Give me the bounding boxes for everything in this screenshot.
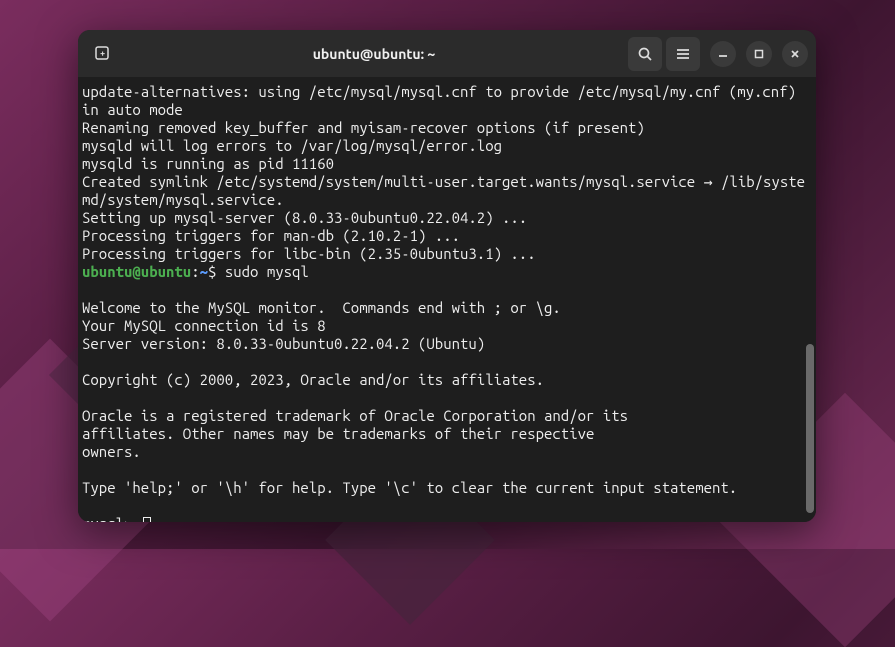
terminal-output-line: Setting up mysql-server (8.0.33-0ubuntu0… <box>82 209 812 227</box>
terminal-output-line: Welcome to the MySQL monitor. Commands e… <box>82 299 812 317</box>
close-button[interactable] <box>782 41 808 67</box>
scrollbar[interactable] <box>806 344 814 513</box>
terminal-output-line: affiliates. Other names may be trademark… <box>82 425 812 443</box>
terminal-output-line: Created symlink /etc/systemd/system/mult… <box>82 173 812 209</box>
terminal-output-line <box>82 461 812 479</box>
minimize-icon <box>717 48 729 60</box>
minimize-button[interactable] <box>710 41 736 67</box>
terminal-output-line <box>82 353 812 371</box>
search-icon <box>637 46 653 62</box>
terminal-output-line: Type 'help;' or '\h' for help. Type '\c'… <box>82 479 812 497</box>
terminal-output-line: update-alternatives: using /etc/mysql/my… <box>82 83 812 119</box>
terminal-output-line: Oracle is a registered trademark of Orac… <box>82 407 812 425</box>
maximize-button[interactable] <box>746 41 772 67</box>
terminal-output-line <box>82 389 812 407</box>
command-text: sudo mysql <box>225 263 309 280</box>
terminal-output-line: Server version: 8.0.33-0ubuntu0.22.04.2 … <box>82 335 812 353</box>
terminal-output-line: owners. <box>82 443 812 461</box>
terminal-window: ubuntu@ubuntu: ~ <box>78 30 816 522</box>
terminal-output-line: Processing triggers for libc-bin (2.35-0… <box>82 245 812 263</box>
mysql-prompt: mysql> <box>82 515 141 522</box>
maximize-icon <box>753 48 765 60</box>
window-title: ubuntu@ubuntu: ~ <box>120 46 628 62</box>
menu-button[interactable] <box>666 37 700 71</box>
terminal-body[interactable]: update-alternatives: using /etc/mysql/my… <box>78 77 816 522</box>
terminal-output-line: mysqld will log errors to /var/log/mysql… <box>82 137 812 155</box>
prompt-user: ubuntu@ubuntu <box>82 263 191 280</box>
terminal-output-line: Processing triggers for man-db (2.10.2-1… <box>82 227 812 245</box>
prompt-path: ~ <box>200 263 208 280</box>
terminal-output-line: Copyright (c) 2000, 2023, Oracle and/or … <box>82 371 812 389</box>
terminal-output-line: Renaming removed key_buffer and myisam-r… <box>82 119 812 137</box>
new-tab-icon <box>94 45 112 63</box>
search-button[interactable] <box>628 37 662 71</box>
cursor <box>143 517 151 522</box>
close-icon <box>789 48 801 60</box>
prompt-colon: : <box>191 263 199 280</box>
prompt-dollar: $ <box>208 263 216 280</box>
terminal-output-line: mysqld is running as pid 11160 <box>82 155 812 173</box>
hamburger-icon <box>675 46 691 62</box>
terminal-output-line: Your MySQL connection id is 8 <box>82 317 812 335</box>
terminal-output-line <box>82 497 812 515</box>
titlebar[interactable]: ubuntu@ubuntu: ~ <box>78 30 816 77</box>
new-tab-button[interactable] <box>86 37 120 71</box>
